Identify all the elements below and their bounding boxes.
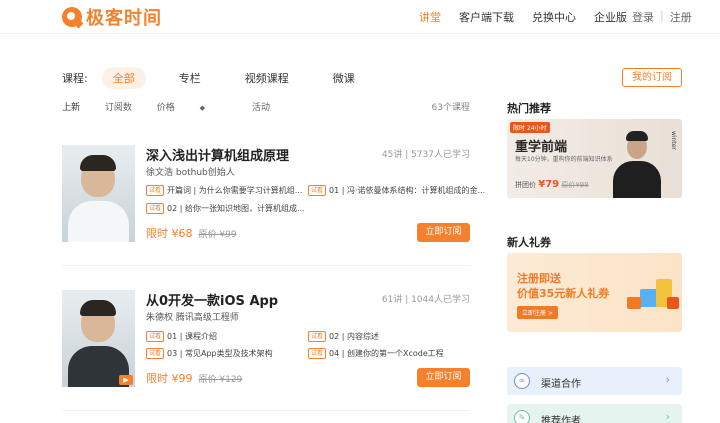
course-divider xyxy=(62,410,470,411)
course-title[interactable]: 从0开发一款iOS App xyxy=(146,290,278,309)
gift-box-icon xyxy=(627,297,641,309)
course-title[interactable]: 深入浅出计算机组成原理 xyxy=(146,145,289,164)
banner-subtitle: 每天10分钟，重构你的前端知识体系 xyxy=(515,156,613,163)
course-author: 徐文浩 bothub创始人 xyxy=(146,168,235,178)
course-price: 限时 ¥99 原价 ¥129 xyxy=(146,372,243,385)
limited-time-badge: 限时 24小时 xyxy=(510,122,550,133)
course-stats: 45讲 | 5737人已学习 xyxy=(381,150,470,160)
logo-icon xyxy=(62,7,84,29)
trial-badge: 试看 xyxy=(308,348,327,359)
sort-subscriptions[interactable]: 订阅数 xyxy=(105,103,132,113)
nav-client-download[interactable]: 客户端下载 xyxy=(459,9,514,25)
trial-badge: 试看 xyxy=(146,203,165,214)
course-card[interactable]: 深入浅出计算机组成原理 45讲 | 5737人已学习 徐文浩 bothub创始人… xyxy=(62,145,485,242)
lesson-item[interactable]: 试看 开篇词 | 为什么你需要学习计算机组... xyxy=(146,185,302,196)
recommend-author-button[interactable]: ✎ 推荐作者 › xyxy=(507,404,682,423)
coupon-banner[interactable]: 注册即送 价值35元新人礼券 立即注册 > xyxy=(507,253,682,332)
video-camera-icon: ▶ xyxy=(119,375,133,385)
course-filter: 课程: 全部 专栏 视频课程 微课 xyxy=(62,67,682,89)
trial-badge: 试看 xyxy=(146,348,165,359)
nav-redeem-center[interactable]: 兑换中心 xyxy=(532,9,576,25)
sort-activity[interactable]: 活动 xyxy=(252,103,270,113)
banner-vertical-text: winter xyxy=(670,131,677,150)
course-author: 朱德权 腾讯高级工程师 xyxy=(146,313,239,323)
trial-badge: 试看 xyxy=(146,331,165,342)
lesson-item[interactable]: 试看 01 | 课程介绍 xyxy=(146,331,217,342)
link-icon: ∞ xyxy=(514,373,530,389)
channel-partner-label: 渠道合作 xyxy=(541,379,581,390)
coupon-line1: 注册即送 xyxy=(517,272,561,285)
pen-icon: ✎ xyxy=(514,410,530,423)
nav-enterprise[interactable]: 企业版 xyxy=(594,9,627,25)
trial-badge: 试看 xyxy=(308,331,327,342)
chevron-right-icon: › xyxy=(665,410,670,423)
author-photo: ▶ xyxy=(62,290,135,387)
filter-tab-microcourse[interactable]: 微课 xyxy=(322,67,366,89)
my-subscriptions-button[interactable]: 我的订阅 xyxy=(622,68,682,87)
channel-partner-button[interactable]: ∞ 渠道合作 › xyxy=(507,367,682,395)
sort-price-label: 价格 xyxy=(156,103,175,113)
filter-label: 课程: xyxy=(62,72,88,85)
new-user-coupon-title: 新人礼券 xyxy=(507,236,551,249)
original-price: 原价 ¥129 xyxy=(198,375,243,385)
register-now-button[interactable]: 立即注册 > xyxy=(517,306,558,319)
coupon-line2: 价值35元新人礼券 xyxy=(517,287,610,300)
auth-separator: | xyxy=(660,9,664,22)
recommend-author-label: 推荐作者 xyxy=(541,416,581,423)
gift-box-icon xyxy=(667,297,679,309)
lesson-item[interactable]: 试看 01 | 冯·诺依曼体系结构：计算机组成的金... xyxy=(308,185,485,196)
course-count: 63个课程 xyxy=(431,103,470,113)
filter-tab-video[interactable]: 视频课程 xyxy=(234,67,300,89)
lesson-item[interactable]: 试看 02 | 内容综述 xyxy=(308,331,379,342)
register-link[interactable]: 注册 xyxy=(670,9,692,25)
banner-price: 拼团价 ¥79 原价¥99 xyxy=(515,179,589,190)
subscribe-button[interactable]: 立即订阅 xyxy=(417,368,470,387)
trial-badge: 试看 xyxy=(146,185,165,196)
sort-price[interactable]: 价格 ◆ xyxy=(157,103,227,113)
brand-logo[interactable]: 极客时间 xyxy=(62,4,162,30)
course-card[interactable]: ▶ 从0开发一款iOS App 61讲 | 1044人已学习 朱德权 腾讯高级工… xyxy=(62,290,470,387)
sort-bar: 上新 订阅数 价格 ◆ 活动 63个课程 xyxy=(62,100,470,113)
filter-tab-column[interactable]: 专栏 xyxy=(168,67,212,89)
filter-tab-all[interactable]: 全部 xyxy=(101,67,146,89)
banner-title: 重学前端 xyxy=(515,140,568,155)
sort-newest[interactable]: 上新 xyxy=(62,103,80,113)
top-header: 极客时间 讲堂 客户端下载 兑换中心 企业版 登录 | 注册 xyxy=(0,0,720,34)
course-price: 限时 ¥68 原价 ¥99 xyxy=(146,227,237,240)
original-price: 原价 ¥99 xyxy=(198,230,237,240)
lesson-item[interactable]: 试看 04 | 创建你的第一个Xcode工程 xyxy=(308,348,444,359)
main-nav: 讲堂 客户端下载 兑换中心 企业版 xyxy=(419,9,645,25)
hot-recommend-title: 热门推荐 xyxy=(507,102,551,115)
course-stats: 61讲 | 1044人已学习 xyxy=(381,295,470,305)
lesson-item[interactable]: 试看 02 | 给你一张知识地图，计算机组成... xyxy=(146,203,305,214)
sort-arrow-icon: ◆ xyxy=(199,104,206,112)
author-photo xyxy=(62,145,135,242)
subscribe-button[interactable]: 立即订阅 xyxy=(417,223,470,242)
course-divider xyxy=(62,265,470,266)
nav-lecture[interactable]: 讲堂 xyxy=(419,9,441,25)
chevron-right-icon: › xyxy=(665,373,670,386)
hot-course-banner[interactable]: 限时 24小时 重学前端 每天10分钟，重构你的前端知识体系 拼团价 ¥79 原… xyxy=(507,119,682,198)
auth-links: 登录 | 注册 xyxy=(632,9,692,25)
trial-badge: 试看 xyxy=(308,185,327,196)
instructor-figure xyxy=(613,127,661,198)
brand-name: 极客时间 xyxy=(86,8,162,29)
login-link[interactable]: 登录 xyxy=(632,9,654,25)
lesson-item[interactable]: 试看 03 | 常见App类型及技术架构 xyxy=(146,348,273,359)
